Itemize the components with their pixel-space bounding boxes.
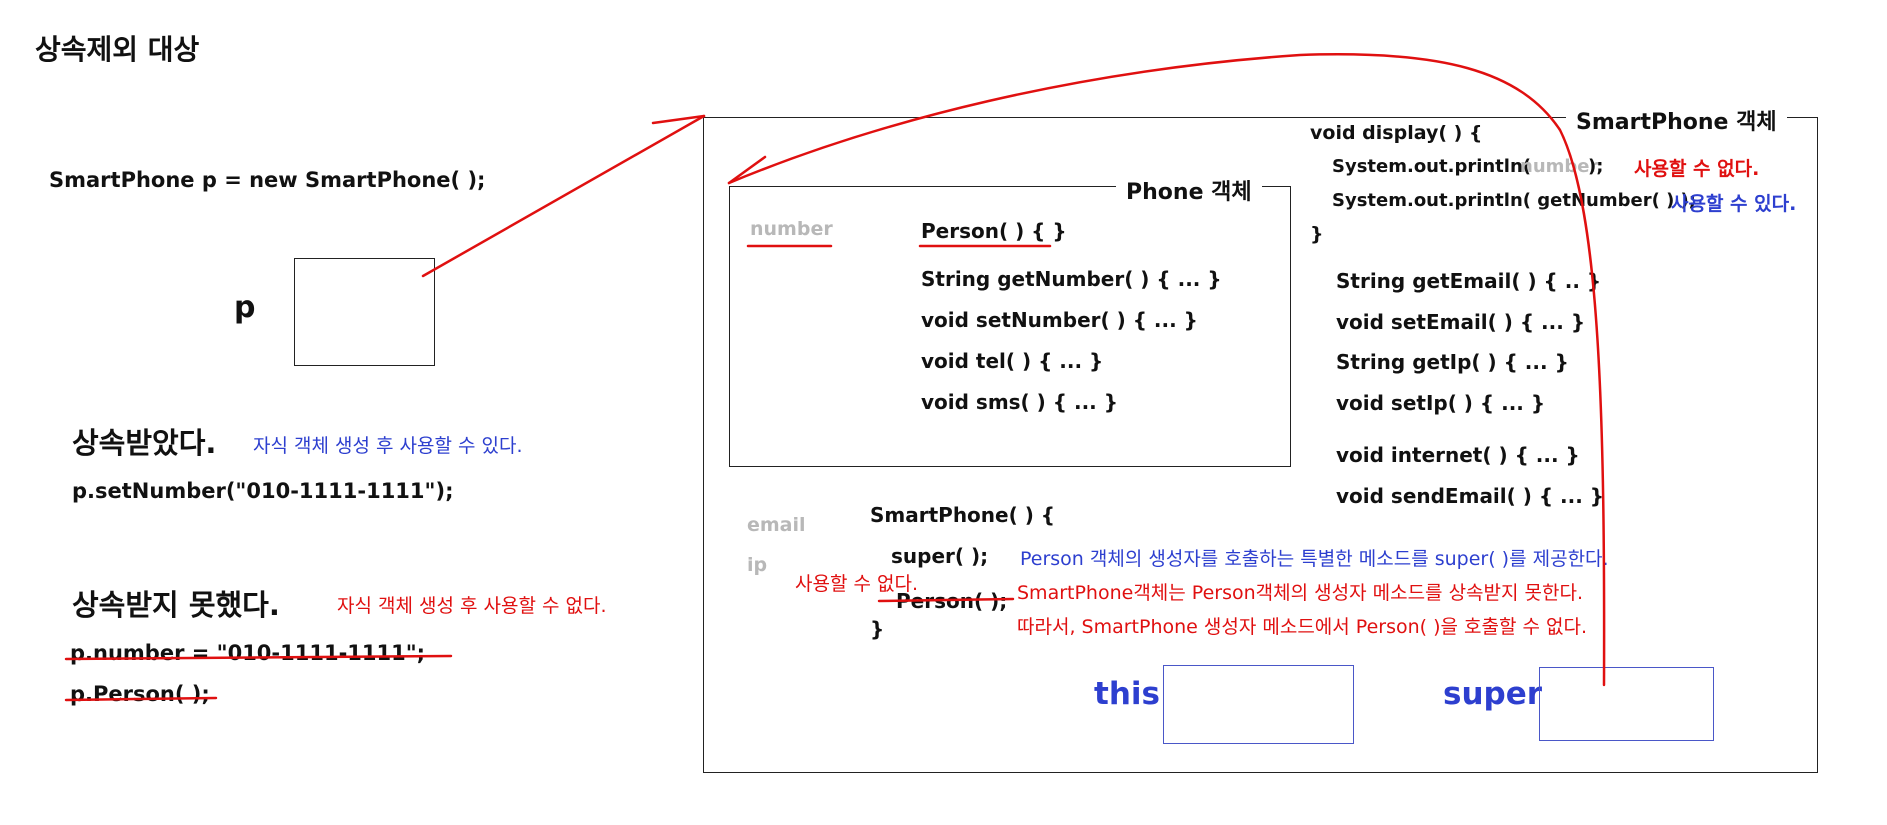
reference-arrow-line <box>421 114 706 278</box>
strike-code-constructor <box>64 696 218 702</box>
annotation-overlay <box>64 53 1606 702</box>
super-arrow-curve <box>727 53 1606 687</box>
strike-person-call <box>877 597 1015 603</box>
strike-code-field <box>64 654 453 661</box>
